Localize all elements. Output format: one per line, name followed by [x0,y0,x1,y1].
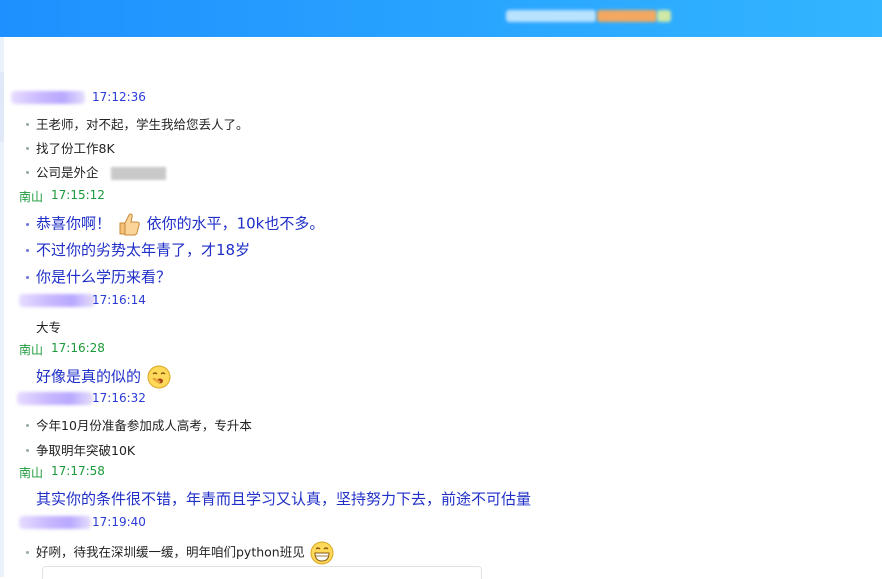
yawn-emoji-icon [147,365,171,389]
message-header: 南山 17:15:12 [19,188,105,204]
thumbs-up-icon [119,213,140,236]
message-input-edge[interactable] [42,566,482,579]
message-line: 争取明年突破10K [26,440,135,459]
message-line: 找了份工作8K [26,138,115,157]
blurred-sender-name [17,392,93,405]
grin-emoji-icon [310,541,334,565]
message-line: 今年10月份准备参加成人高考，专升本 [26,415,252,434]
blurred-title-highlight [597,10,657,22]
message-time: 17:17:58 [51,464,105,478]
sender-name: 南山 [19,343,44,357]
message-line: 恭喜你啊！ 依你的水平，10k也不多。 [26,211,324,237]
message-line: 你是什么学历来看？ [26,266,171,287]
message-time: 17:12:36 [92,90,146,104]
message-line: 王老师，对不起，学生我给您丢人了。 [26,114,249,133]
message-line: 好咧，待我在深圳缓一缓，明年咱们python班见 [26,540,335,566]
blurred-title [506,10,596,22]
message-line: 公司是外企 [26,162,166,181]
message-line: 其实你的条件很不错，年青而且学习又认真，坚持努力下去，前途不可估量 [36,490,532,508]
message-header: 南山 17:17:58 [19,464,105,480]
blurred-content [110,167,166,180]
message-header: 南山 17:16:28 [19,341,105,357]
message-line: 好像是真的似的 [36,364,172,390]
message-time: 17:15:12 [51,188,105,202]
message-line: 不过你的劣势太年青了，才18岁 [26,239,250,260]
message-time: 17:19:40 [92,515,146,529]
message-time: 17:16:28 [51,341,105,355]
sender-name: 南山 [19,466,44,480]
chat-window-titlebar [0,0,882,37]
left-edge-highlight [0,72,4,142]
blurred-sender-name [11,91,85,104]
blurred-sender-name [19,516,91,529]
message-time: 17:16:14 [92,293,146,307]
sender-name: 南山 [19,190,44,204]
blurred-sender-name [19,294,95,307]
message-time: 17:16:32 [92,391,146,405]
blurred-title-tail [657,10,671,22]
message-line: 大专 [36,320,62,335]
